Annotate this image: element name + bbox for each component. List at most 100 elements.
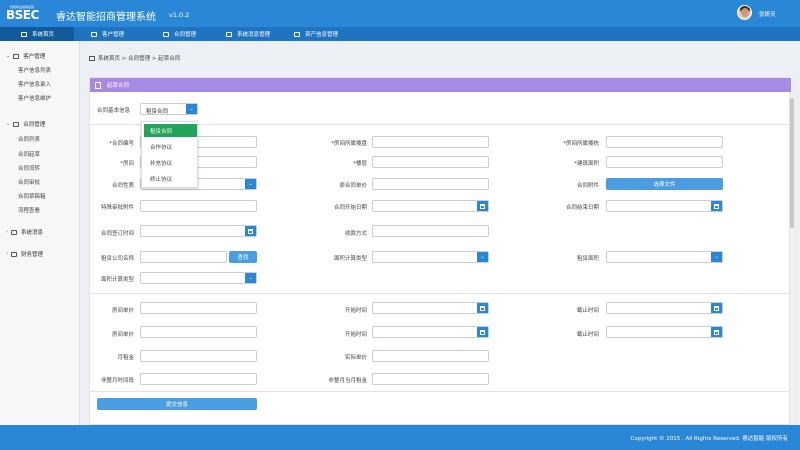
dropdown-option[interactable]: 终止协议 <box>144 172 197 185</box>
nav-assets[interactable]: 资产信息管理 <box>294 27 338 41</box>
breadcrumb: 系统首页 > 合同管理 > 起草合同 <box>89 54 180 62</box>
scrollbar-thumb[interactable] <box>790 98 794 228</box>
start-time-2-input[interactable] <box>372 326 489 338</box>
document-icon <box>13 121 20 127</box>
lease-area-select[interactable]: ⌄ <box>606 251 723 263</box>
calendar-icon[interactable] <box>477 327 488 337</box>
sidebar-item[interactable]: 客户信息录入 <box>18 80 51 88</box>
label-contract-no: *合同编号 <box>109 141 134 147</box>
submit-button[interactable]: 提交信息 <box>97 398 257 410</box>
chevron-down-icon: ⌄ <box>245 179 256 189</box>
calendar-icon[interactable] <box>477 303 488 313</box>
end-time-1-input[interactable] <box>606 302 723 314</box>
area-calc-type-select[interactable]: ⌄ <box>372 251 489 263</box>
partial-month-rent-input[interactable] <box>372 373 489 385</box>
original-unit-price-input[interactable] <box>372 178 489 190</box>
label-lease-company: 租赁公司名称 <box>100 256 134 262</box>
nav-customers[interactable]: 客户管理 <box>91 27 124 41</box>
user-icon <box>13 53 20 59</box>
speaker-icon <box>11 229 17 235</box>
nav-home[interactable]: 系统首页 <box>0 27 74 41</box>
dropdown-option[interactable]: 补充协议 <box>144 156 197 169</box>
label-building-area: *建筑面积 <box>574 161 599 167</box>
label-lease-area: 租赁面积 <box>576 256 599 262</box>
calendar-icon[interactable] <box>711 303 722 313</box>
end-time-2-input[interactable] <box>606 326 723 338</box>
area-calc-type-2-select[interactable]: ⌄ <box>140 272 257 284</box>
sidebar-item[interactable]: 流程查看 <box>18 206 40 214</box>
sidebar-item[interactable]: 合同起草 <box>18 150 40 158</box>
actual-price-input[interactable] <box>372 350 489 362</box>
footer: Copyright © 2015 . All Rights Reserved. … <box>0 425 800 450</box>
label-payment-method: 收款方式 <box>344 231 367 237</box>
chevron-down-icon: ⌄ <box>6 121 11 127</box>
label-room: *房间 <box>120 161 134 167</box>
room-price-1-input[interactable] <box>140 302 257 314</box>
sidebar-item[interactable]: 合同草稿箱 <box>18 192 46 200</box>
payment-method-input[interactable] <box>372 225 489 237</box>
label-room-price-1: 房间单价 <box>111 308 134 314</box>
user-avatar[interactable] <box>737 5 752 20</box>
label-attachment: 合同附件 <box>576 183 599 189</box>
copyright-text: Copyright © 2015 . All Rights Reserved. … <box>630 436 788 442</box>
special-attachment-input[interactable] <box>140 200 257 212</box>
basic-info-label: 合同基本信息 <box>97 108 131 114</box>
username[interactable]: 张妍灵 <box>759 10 776 18</box>
sidebar-item[interactable]: 合同审批 <box>18 178 40 186</box>
room-building-block-input[interactable] <box>606 136 723 148</box>
sidebar-group-finance[interactable]: › 财务管理 <box>6 250 43 258</box>
lease-company-input[interactable] <box>140 251 227 263</box>
label-area-calc-type: 面积计算类型 <box>333 256 367 262</box>
calendar-icon[interactable] <box>245 226 256 236</box>
label-end-time-1: 截止时间 <box>576 308 599 314</box>
calendar-icon[interactable] <box>477 201 488 211</box>
sign-time-input[interactable] <box>140 225 257 237</box>
sidebar-group-contracts[interactable]: ⌄ 合同管理 <box>6 120 45 128</box>
start-time-1-input[interactable] <box>372 302 489 314</box>
chevron-down-icon: ⌄ <box>186 104 197 114</box>
building-area-input[interactable] <box>606 156 723 168</box>
dropdown-option[interactable]: 租赁合同 <box>144 124 197 137</box>
search-button[interactable]: 查找 <box>229 251 257 263</box>
calendar-icon[interactable] <box>711 327 722 337</box>
end-date-input[interactable] <box>606 200 723 212</box>
sidebar-item[interactable]: 客户信息维护 <box>18 94 51 102</box>
nav-messages[interactable]: 系统消息管理 <box>226 27 270 41</box>
sidebar-item[interactable]: 合同列表 <box>18 135 40 143</box>
dropdown-option[interactable]: 合作协议 <box>144 140 197 153</box>
briefcase-icon <box>294 31 300 37</box>
chevron-down-icon: ⌄ <box>6 53 11 59</box>
label-original-unit-price: 原合同单价 <box>339 183 367 189</box>
panel-title: 起草合同 <box>107 83 130 89</box>
chevron-down-icon: ⌄ <box>711 252 722 262</box>
monthly-rent-input[interactable] <box>140 350 257 362</box>
divider <box>89 391 792 392</box>
monitor-icon <box>89 55 95 61</box>
label-end-date: 合同结束日期 <box>565 205 599 211</box>
top-nav: 系统首页 客户管理 合同管理 系统消息管理 资产信息管理 <box>0 27 800 41</box>
finance-icon <box>11 251 17 257</box>
chevron-down-icon: ⌄ <box>245 273 256 283</box>
choose-file-button[interactable]: 选择文件 <box>606 178 723 190</box>
sidebar-group-customers[interactable]: ⌄ 客户管理 <box>6 52 45 60</box>
app-version: v1.0.2 <box>169 11 190 19</box>
calendar-icon[interactable] <box>711 201 722 211</box>
chevron-right-icon: › <box>6 251 8 257</box>
label-sign-time: 合同签订时间 <box>100 231 134 237</box>
label-monthly-rent: 月租金 <box>117 355 134 361</box>
app-header: 智能商业招商运营 BSEC 睿达智能招商管理系统 v1.0.2 张妍灵 <box>0 0 800 27</box>
label-floor: *楼层 <box>353 161 367 167</box>
floor-input[interactable] <box>372 156 489 168</box>
label-contract-nature: 合同性质 <box>111 183 134 189</box>
sidebar-group-messages[interactable]: › 系统消息 <box>6 228 43 236</box>
label-area-calc-type-2: 面积计算类型 <box>100 277 134 283</box>
start-date-input[interactable] <box>372 200 489 212</box>
sidebar-item[interactable]: 客户信息列表 <box>18 66 51 74</box>
contract-type-select[interactable]: 租赁合同 ⌄ <box>140 103 198 115</box>
partial-month-input[interactable] <box>140 373 257 385</box>
nav-contracts[interactable]: 合同管理 <box>163 27 196 41</box>
document-icon <box>163 31 169 37</box>
sidebar-item[interactable]: 合同流转 <box>18 164 40 172</box>
room-price-2-input[interactable] <box>140 326 257 338</box>
room-building-input[interactable] <box>372 136 489 148</box>
